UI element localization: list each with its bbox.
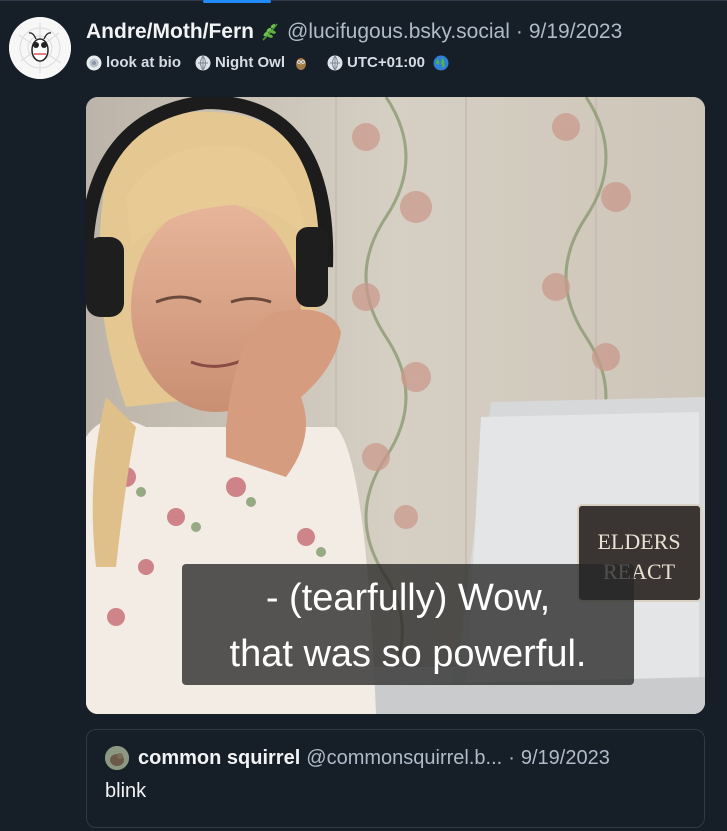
label-night-owl[interactable]: Night Owl	[195, 54, 309, 71]
quoted-author-name[interactable]: common squirrel	[138, 747, 300, 770]
label-timezone-text: UTC+01:00	[347, 54, 425, 71]
quoted-post[interactable]: common squirrel @commonsquirrel.b... · 9…	[86, 729, 705, 828]
quoted-post-date[interactable]: 9/19/2023	[521, 747, 610, 770]
moth-avatar-icon	[9, 17, 71, 79]
caption-line-2: that was so powerful.	[229, 633, 587, 675]
label-night-owl-text: Night Owl	[215, 54, 285, 71]
globe-small-icon	[195, 55, 211, 71]
author-display-name[interactable]: Andre/Moth/Fern	[86, 20, 254, 44]
profile-labels: look at bio Night Owl UTC+01:00	[86, 54, 716, 71]
separator-dot: ·	[515, 20, 523, 43]
quoted-post-text: blink	[105, 780, 147, 802]
globe-small-icon	[327, 55, 343, 71]
owl-icon	[293, 55, 309, 71]
feed-tab-bar	[0, 0, 727, 7]
post-date[interactable]: 9/19/2023	[529, 20, 622, 44]
label-timezone[interactable]: UTC+01:00	[327, 54, 449, 71]
post-header: Andre/Moth/Fern @lucifugous.bsky.social …	[86, 18, 716, 71]
label-look-at-bio[interactable]: look at bio	[86, 54, 181, 71]
label-look-at-bio-text: look at bio	[106, 54, 181, 71]
quoted-author-avatar[interactable]	[105, 746, 129, 770]
author-handle[interactable]: @lucifugous.bsky.social	[287, 20, 510, 44]
author-avatar[interactable]	[9, 17, 71, 79]
quoted-author-handle[interactable]: @commonsquirrel.b...	[306, 747, 502, 770]
active-tab-indicator	[203, 0, 271, 3]
video-caption: - (tearfully) Wow, that was so powerful.	[182, 564, 634, 685]
post-image[interactable]: ELDERS REACT - (tearfully) Wow, that was…	[86, 97, 705, 714]
quoted-separator-dot: ·	[508, 746, 515, 769]
fern-icon	[259, 21, 281, 43]
caption-line-1: - (tearfully) Wow,	[265, 577, 551, 619]
sign-line-1: ELDERS	[597, 529, 680, 554]
globe-icon	[433, 55, 449, 71]
bio-icon	[86, 55, 102, 71]
